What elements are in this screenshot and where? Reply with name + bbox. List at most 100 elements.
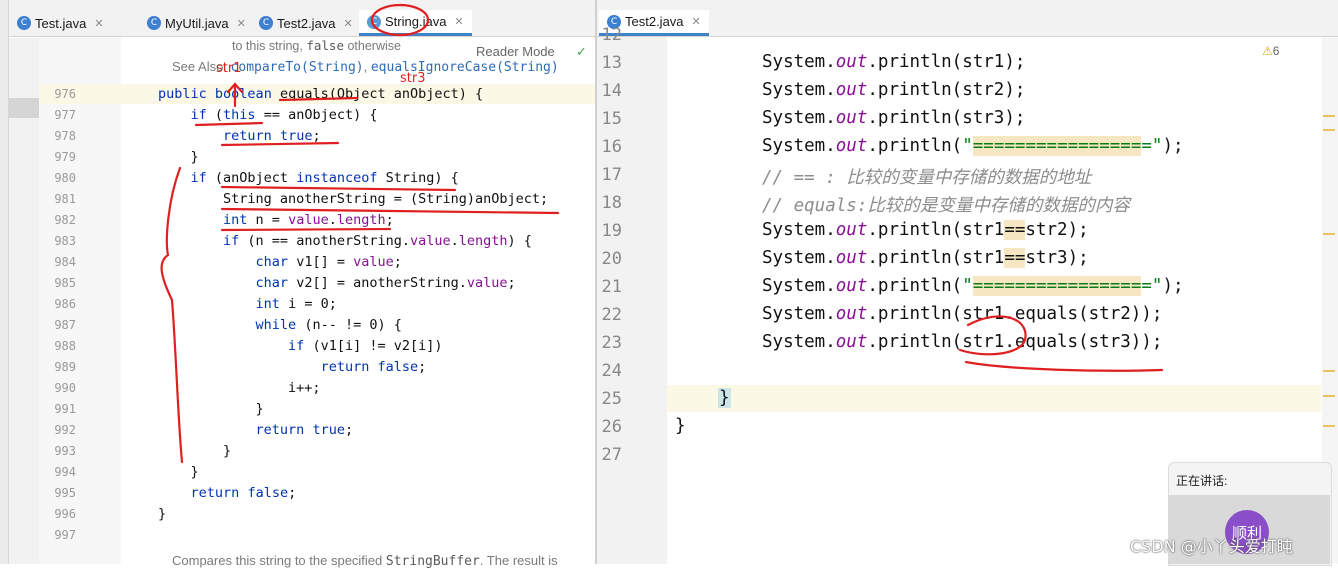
line-number: 981: [54, 192, 76, 206]
code-line[interactable]: System.out.println(str1);: [762, 52, 1025, 72]
line-number: 14: [601, 81, 622, 101]
check-icon: ✓: [576, 44, 587, 59]
line-number: 978: [54, 129, 76, 143]
line-number: 982: [54, 213, 76, 227]
warning-marker[interactable]: [1323, 233, 1335, 235]
line-number: 21: [601, 277, 622, 297]
tool-window-strip[interactable]: [0, 0, 9, 564]
chat-speaking-label: 正在讲话:: [1176, 474, 1228, 488]
line-number: 976: [54, 87, 76, 101]
warning-icon: ⚠: [1262, 44, 1273, 58]
warning-marker[interactable]: [1323, 129, 1335, 131]
line-number: 980: [54, 171, 76, 185]
close-icon[interactable]: ✕: [454, 15, 463, 28]
line-number: 27: [601, 445, 622, 465]
warning-marker[interactable]: [1323, 370, 1335, 372]
line-number: 995: [54, 486, 76, 500]
project-tree-panel[interactable]: [9, 38, 40, 564]
close-icon[interactable]: ✕: [344, 17, 353, 30]
code-line[interactable]: String anotherString = (String)anObject;: [158, 191, 548, 207]
code-line[interactable]: System.out.println(str1.equals(str2));: [762, 304, 1162, 324]
compare-to-link[interactable]: compareTo(String): [231, 60, 364, 75]
close-icon[interactable]: ✕: [94, 17, 103, 30]
close-icon[interactable]: ✕: [237, 17, 246, 30]
line-number: 989: [54, 360, 76, 374]
class-icon: C: [367, 14, 381, 29]
tab-myutil-java[interactable]: C MyUtil.java ✕: [139, 10, 254, 36]
code-line[interactable]: while (n-- != 0) {: [158, 317, 402, 333]
code-line[interactable]: if (this == anObject) {: [158, 107, 378, 123]
code-line[interactable]: }: [158, 506, 166, 522]
line-number: 24: [601, 361, 622, 381]
code-line[interactable]: // equals:比较的是变量中存储的数据的内容: [762, 192, 1130, 217]
code-line[interactable]: }: [158, 149, 199, 165]
editor-tabs-right: C Test2.java ✕: [597, 0, 1338, 37]
code-line[interactable]: return false;: [158, 359, 427, 375]
code-line[interactable]: return true;: [158, 128, 321, 144]
code-line[interactable]: // == : 比较的变量中存储的数据的地址: [762, 164, 1091, 189]
code-line[interactable]: if (v1[i] != v2[i]): [158, 338, 442, 354]
code-line[interactable]: System.out.println(str1==str3);: [762, 248, 1089, 268]
watermark: CSDN @小丫头爱打盹: [1130, 537, 1293, 556]
code-line[interactable]: System.out.println("=================");: [762, 276, 1184, 296]
line-number: 994: [54, 465, 76, 479]
code-line[interactable]: }: [675, 416, 686, 436]
line-number: 20: [601, 249, 622, 269]
reader-mode-button[interactable]: Reader Mode: [476, 44, 555, 59]
code-line[interactable]: }: [158, 401, 264, 417]
line-number: 23: [601, 333, 622, 353]
line-number: 992: [54, 423, 76, 437]
line-number: 15: [601, 109, 622, 129]
line-number: 997: [54, 528, 76, 542]
warning-marker[interactable]: [1323, 425, 1335, 427]
code-line[interactable]: char v1[] = value;: [158, 254, 402, 270]
line-number: 984: [54, 255, 76, 269]
code-line[interactable]: System.out.println(str1.equals(str3));: [762, 332, 1162, 352]
code-line[interactable]: char v2[] = anotherString.value;: [158, 275, 516, 291]
line-number: 17: [601, 165, 622, 185]
editor-tabs-left: C Test.java ✕ C MyUtil.java ✕ C Test2.java ✕ C…: [9, 0, 595, 37]
close-icon[interactable]: ✕: [692, 15, 701, 28]
class-icon: C: [17, 16, 31, 30]
line-number: 979: [54, 150, 76, 164]
class-icon: C: [147, 16, 161, 30]
code-line[interactable]: int n = value.length;: [158, 212, 394, 228]
line-number: 12: [601, 25, 622, 45]
tab-test-java[interactable]: C Test.java ✕: [9, 10, 112, 36]
code-line[interactable]: System.out.println("=================");: [762, 136, 1184, 156]
line-number: 991: [54, 402, 76, 416]
code-line[interactable]: return true;: [158, 422, 354, 438]
doc-bottom-text: Compares this string to the specified St…: [172, 553, 558, 569]
current-line-highlight: [667, 385, 1321, 412]
line-number: 22: [601, 305, 622, 325]
line-number: 990: [54, 381, 76, 395]
class-icon: C: [259, 16, 273, 30]
code-line[interactable]: public boolean equals(Object anObject) {: [158, 86, 483, 102]
equals-ignore-case-link[interactable]: equalsIgnoreCase(String): [371, 60, 559, 75]
line-number: 986: [54, 297, 76, 311]
code-line[interactable]: System.out.println(str2);: [762, 80, 1025, 100]
code-line[interactable]: System.out.println(str1==str2);: [762, 220, 1089, 240]
code-line[interactable]: int i = 0;: [158, 296, 337, 312]
tab-string-java[interactable]: C String.java ✕: [359, 10, 472, 36]
line-number: 19: [601, 221, 622, 241]
warning-marker[interactable]: [1323, 115, 1335, 117]
code-line[interactable]: i++;: [158, 380, 321, 396]
line-number: 16: [601, 137, 622, 157]
line-number: 996: [54, 507, 76, 521]
code-line[interactable]: }: [718, 388, 731, 408]
line-number: 13: [601, 53, 622, 73]
tab-test2-java[interactable]: C Test2.java ✕: [251, 10, 361, 36]
code-line[interactable]: }: [158, 464, 199, 480]
line-number: 988: [54, 339, 76, 353]
code-line[interactable]: }: [158, 443, 231, 459]
code-line[interactable]: System.out.println(str3);: [762, 108, 1025, 128]
inspection-widget[interactable]: ⚠6: [1262, 44, 1279, 58]
code-line[interactable]: if (n == anotherString.value.length) {: [158, 233, 532, 249]
project-tree-selection: [9, 98, 39, 118]
line-number: 26: [601, 417, 622, 437]
warning-marker[interactable]: [1323, 395, 1335, 397]
code-line[interactable]: return false;: [158, 485, 297, 501]
code-line[interactable]: if (anObject instanceof String) {: [158, 170, 459, 186]
line-number: 977: [54, 108, 76, 122]
